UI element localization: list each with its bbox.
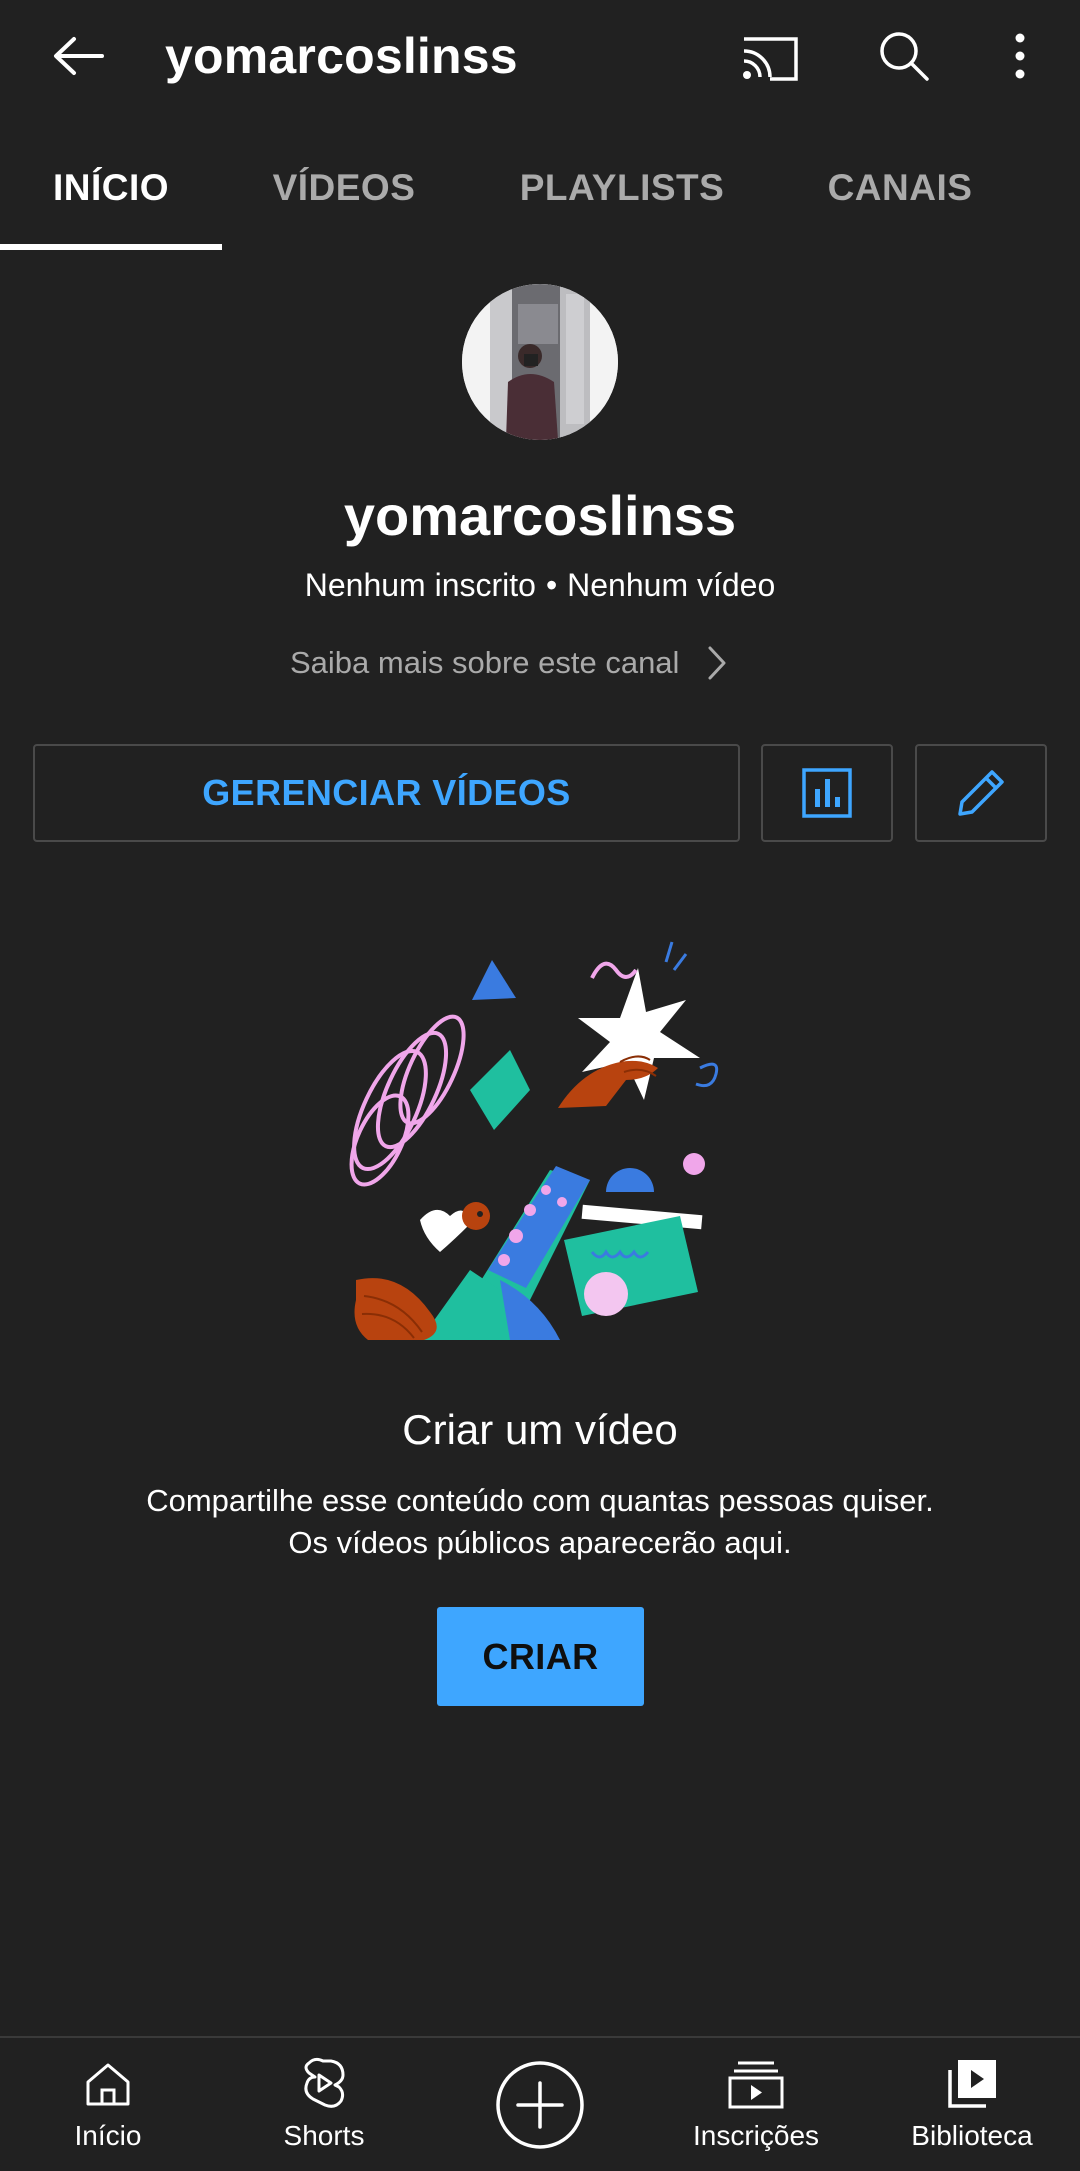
manage-videos-button[interactable]: GERENCIAR VÍDEOS xyxy=(33,744,740,842)
nav-item-shorts[interactable]: Shorts xyxy=(216,2038,432,2171)
tab-inicio[interactable]: INÍCIO xyxy=(0,160,222,216)
analytics-icon xyxy=(802,768,852,818)
channel-avatar[interactable] xyxy=(462,284,618,440)
create-plus-button[interactable] xyxy=(493,2058,587,2152)
nav-item-inscricoes[interactable]: Inscrições xyxy=(648,2038,864,2171)
nav-item-biblioteca[interactable]: Biblioteca xyxy=(864,2038,1080,2171)
nav-label-inscricoes: Inscrições xyxy=(692,2120,820,2151)
channel-stats: Nenhum inscrito • Nenhum vídeo xyxy=(0,562,1080,608)
search-icon xyxy=(880,32,929,81)
cast-icon xyxy=(743,37,798,81)
chevron-right-icon xyxy=(707,645,727,681)
more-vert-icon xyxy=(1015,33,1025,79)
create-video-illustration xyxy=(320,940,760,1340)
nav-item-inicio[interactable]: Início xyxy=(0,2038,216,2171)
subscriber-count: Nenhum inscrito xyxy=(304,567,536,603)
nav-label-inicio: Início xyxy=(74,2120,142,2151)
home-icon xyxy=(86,2063,130,2106)
search-button[interactable] xyxy=(866,20,942,92)
channel-page: yomarcoslinss INÍCIO VÍDEOS PLAYLISTS CA… xyxy=(0,0,1080,2171)
more-options-button[interactable] xyxy=(1000,20,1040,92)
library-icon xyxy=(948,2060,996,2108)
about-channel-label: Saiba mais sobre este canal xyxy=(290,645,680,680)
stats-separator: • xyxy=(545,567,558,603)
empty-state-description: Compartilhe esse conteúdo com quantas pe… xyxy=(0,1480,1080,1564)
bottom-navigation: Início Shorts Inscrições Biblioteca xyxy=(0,2036,1080,2171)
empty-state-line-1: Compartilhe esse conteúdo com quantas pe… xyxy=(146,1483,934,1518)
tab-playlists[interactable]: PLAYLISTS xyxy=(500,160,744,216)
analytics-button[interactable] xyxy=(761,744,893,842)
back-button[interactable] xyxy=(40,20,116,92)
channel-tabs: INÍCIO VÍDEOS PLAYLISTS CANAIS xyxy=(0,140,1080,252)
channel-name: yomarcoslinss xyxy=(343,484,737,547)
video-count: Nenhum vídeo xyxy=(567,567,776,603)
tab-canais[interactable]: CANAIS xyxy=(800,160,1000,216)
arrow-left-icon xyxy=(54,37,104,75)
nav-label-shorts: Shorts xyxy=(283,2120,365,2151)
avatar-photo xyxy=(462,284,618,440)
tab-videos[interactable]: VÍDEOS xyxy=(240,160,448,216)
cast-button[interactable] xyxy=(732,22,808,94)
create-plus-icon xyxy=(496,2061,584,2149)
pencil-icon xyxy=(958,770,1004,816)
edit-channel-button[interactable] xyxy=(915,744,1047,842)
empty-state-title: Criar um vídeo xyxy=(402,1406,678,1453)
nav-label-biblioteca: Biblioteca xyxy=(911,2120,1033,2151)
shorts-icon xyxy=(304,2057,345,2108)
empty-state-line-2: Os vídeos públicos aparecerão aqui. xyxy=(288,1525,792,1560)
subscriptions-icon xyxy=(728,2061,784,2109)
create-button[interactable]: CRIAR xyxy=(437,1607,644,1706)
top-app-bar: yomarcoslinss xyxy=(0,0,1080,112)
about-channel-link[interactable]: Saiba mais sobre este canal xyxy=(290,638,790,688)
active-tab-indicator xyxy=(0,244,222,250)
channel-title: yomarcoslinss xyxy=(165,28,518,84)
manage-videos-label: GERENCIAR VÍDEOS xyxy=(202,772,571,813)
